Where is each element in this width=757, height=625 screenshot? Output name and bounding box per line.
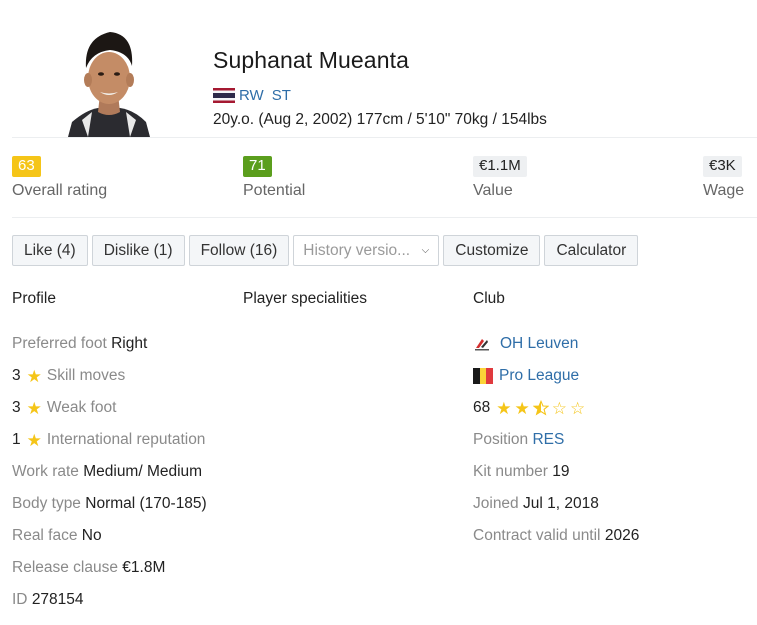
release-clause-value: €1.8M [122,559,166,576]
stat-overall: 63 [12,156,41,177]
skill-moves-value: 3 [12,367,21,384]
follow-button[interactable]: Follow (16) [188,235,290,266]
id-row: ID 278154 [12,591,84,609]
intl-rep-label: International reputation [46,431,206,448]
history-version-select[interactable]: History versio... ⌵ [293,235,440,266]
contract-label: Contract valid until [473,527,601,544]
club-rating-stars: ★ ★ ☆ ☆ [496,398,586,418]
club-heading: Club [473,290,505,307]
wage-badge: €3K [703,156,742,177]
weak-foot-row: 3 ★ Weak foot [12,399,116,417]
league-link[interactable]: Pro League [499,367,579,385]
overall-label: Overall rating [12,182,108,199]
history-version-placeholder: History versio... [303,241,411,259]
star-icon: ★ [26,430,42,450]
id-value: 278154 [31,591,84,608]
belgium-flag-icon [473,368,494,384]
club-rating-row: 68 ★ ★ ☆ ☆ [473,399,585,417]
body-type-value: Normal (170-185) [85,495,207,512]
body-type-row: Body type Normal (170-185) [12,495,207,513]
profile-heading: Profile [12,290,56,307]
club-position-label: Position [473,431,529,448]
star-outline-icon: ☆ [570,398,586,418]
customize-button[interactable]: Customize [443,235,541,266]
release-clause-label: Release clause [12,559,118,576]
dislike-button[interactable]: Dislike (1) [91,235,185,266]
kit-number-row: Kit number 19 [473,463,570,481]
preferred-foot-value: Right [111,335,148,352]
work-rate-value: Medium/ Medium [83,463,203,480]
preferred-foot-label: Preferred foot [12,335,107,352]
club-position-link[interactable]: RES [532,431,564,449]
like-button[interactable]: Like (4) [12,235,88,266]
contract-value: 2026 [604,527,640,544]
position-link-st[interactable]: ST [272,87,291,104]
work-rate-label: Work rate [12,463,79,480]
calculator-button[interactable]: Calculator [544,235,639,266]
id-label: ID [12,591,28,608]
preferred-foot-row: Preferred foot Right [12,335,147,353]
value-badge: €1.1M [473,156,527,177]
club-rating-value: 68 [473,399,491,416]
wage-label: Wage [703,182,745,199]
club-link[interactable]: OH Leuven [500,335,578,353]
thailand-flag-icon [213,88,235,103]
value-label: Value [473,182,513,199]
divider [12,137,757,138]
overall-badge: 63 [12,156,41,177]
body-type-label: Body type [12,495,81,512]
player-avatar [68,24,150,137]
kit-number-value: 19 [552,463,570,480]
league-row: Pro League [473,367,579,385]
potential-badge: 71 [243,156,272,177]
divider [12,217,757,218]
intl-rep-row: 1 ★ International reputation [12,431,205,449]
player-bio: 20y.o. (Aug 2, 2002) 177cm / 5'10" 70kg … [213,111,547,128]
weak-foot-label: Weak foot [46,399,117,416]
star-icon: ★ [26,398,42,418]
specialities-heading: Player specialities [243,290,368,307]
club-row: OH Leuven [473,335,578,353]
joined-row: Joined Jul 1, 2018 [473,495,599,513]
star-outline-icon: ☆ [551,398,567,418]
chevron-down-icon: ⌵ [421,245,430,256]
joined-label: Joined [473,495,519,512]
stat-wage: €3K [703,156,742,177]
real-face-row: Real face No [12,527,102,545]
release-clause-row: Release clause €1.8M [12,559,165,577]
weak-foot-value: 3 [12,399,21,416]
star-icon: ★ [26,366,42,386]
club-logo-icon [473,336,491,352]
position-row: RW ST [213,87,291,104]
stat-potential: 71 [243,156,272,177]
star-half-icon [532,399,549,417]
real-face-value: No [81,527,102,544]
star-icon: ★ [496,398,512,418]
stat-value: €1.1M [473,156,527,177]
kit-number-label: Kit number [473,463,548,480]
position-link-rw[interactable]: RW [239,87,264,104]
contract-row: Contract valid until 2026 [473,527,639,545]
intl-rep-value: 1 [12,431,21,448]
club-position-row: Position RES [473,431,564,449]
action-toolbar: Like (4) Dislike (1) Follow (16) History… [12,235,639,266]
star-icon: ★ [514,398,530,418]
potential-label: Potential [243,182,306,199]
real-face-label: Real face [12,527,78,544]
work-rate-row: Work rate Medium/ Medium [12,463,202,481]
skill-moves-label: Skill moves [46,367,126,384]
player-name: Suphanat Mueanta [213,47,409,73]
joined-value: Jul 1, 2018 [523,495,599,512]
skill-moves-row: 3 ★ Skill moves [12,367,125,385]
